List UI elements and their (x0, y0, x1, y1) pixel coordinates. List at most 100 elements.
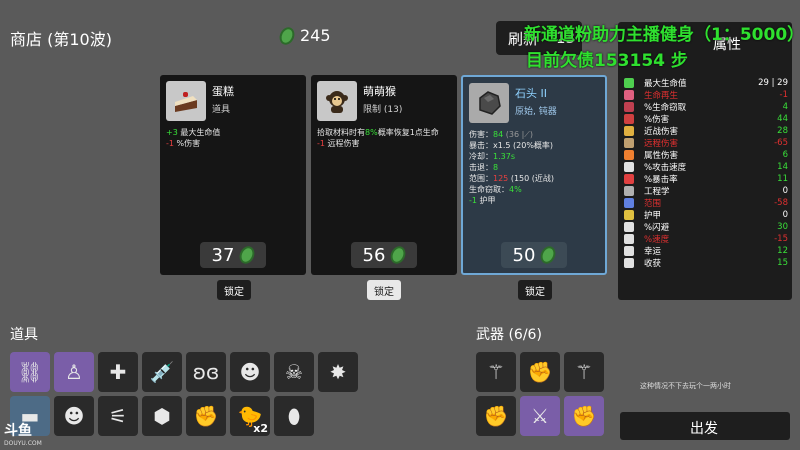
chain-icon: ⛓ (17, 360, 43, 384)
card-name: 萌萌猴 (363, 85, 396, 98)
inventory-slot[interactable]: ☻ (54, 396, 94, 436)
material-icon (388, 243, 409, 267)
stat-value: 0 (782, 186, 788, 196)
inventory-slot[interactable]: ✊ (564, 396, 604, 436)
stat-row: %攻击速度 14 (624, 161, 788, 173)
stat-icon (624, 186, 634, 196)
inventory-slot[interactable]: ✊ (186, 396, 226, 436)
stat-name: %攻击速度 (644, 163, 687, 173)
stat-icon (624, 246, 634, 256)
inventory-slot[interactable]: ⚚ (476, 352, 516, 392)
stat-value: 44 (777, 114, 788, 124)
stat-row: 最大生命值 29 | 29 (624, 77, 788, 89)
stat-icon (624, 126, 634, 136)
inventory-slot[interactable]: ✸ (318, 352, 358, 392)
card-effects: +3 最大生命值 -1 %伤害 (166, 128, 221, 148)
weapons-title: 武器 (6/6) (476, 327, 542, 343)
inventory-slot[interactable]: ☠ (274, 352, 314, 392)
stat-name: 远程伤害 (644, 139, 679, 149)
stat-value: 11 (777, 174, 788, 184)
stat-value: 4 (782, 102, 788, 112)
stat-row: %速度 -15 (624, 233, 788, 245)
stat-name: %闪避 (644, 223, 670, 233)
inventory-slot[interactable]: 🐤 x2 (230, 396, 270, 436)
stat-row: %闪避 30 (624, 221, 788, 233)
spiked-club-icon: ⚚ (575, 360, 593, 384)
stat-icon (624, 198, 634, 208)
stat-value: -65 (774, 138, 788, 148)
tribal-mask-icon: ☻ (239, 360, 261, 384)
inventory-slot[interactable]: ⚟ (98, 396, 138, 436)
monkey-icon (317, 81, 357, 121)
buy-price[interactable]: 37 (200, 242, 266, 268)
weapons-grid: ⚚ ✊ ⚚ ✊ ⚔ ✊ (476, 352, 616, 436)
items-title: 道具 (10, 327, 38, 343)
danmaku-comment: 这种情况不下去玩个一两小时 (640, 382, 731, 390)
medkit-backpack-icon: ✚ (109, 360, 127, 384)
stat-icon (624, 210, 634, 220)
materials-counter: 245 (276, 24, 331, 47)
shop-card-rock[interactable]: 石头 II 原始, 钝器 伤害：84 (36 |⟋) 暴击：x1.5 (20%概… (461, 75, 607, 275)
inventory-slot[interactable]: ⚔ (520, 396, 560, 436)
stream-overlay: 新通道粉助力主播健身（1：5000） 目前欠债153154 步 (524, 22, 800, 74)
stat-name: 属性伤害 (644, 151, 679, 161)
weapon-stats: 伤害：84 (36 |⟋) 暴击：x1.5 (20%概率) 冷却：1.37s 击… (469, 130, 555, 205)
card-tag: 道具 (212, 105, 231, 115)
inventory-slot[interactable]: ⛓ (10, 352, 50, 392)
sword-icon: ⚔ (531, 404, 549, 428)
stat-row: 收获 15 (624, 257, 788, 269)
buy-price[interactable]: 50 (501, 242, 567, 268)
inventory-slot[interactable]: 💉 (142, 352, 182, 392)
stat-icon (624, 162, 634, 172)
lock-button-monkey[interactable]: 锁定 (367, 280, 401, 300)
stat-name: %暴击率 (644, 175, 678, 185)
stat-icon (624, 138, 634, 148)
stat-name: 护甲 (644, 211, 662, 221)
stat-row: %暴击率 11 (624, 173, 788, 185)
stat-value: -58 (774, 198, 788, 208)
statue-icon: ♙ (65, 360, 83, 384)
coal-icon: ⬢ (153, 404, 171, 428)
stat-value: 0 (782, 210, 788, 220)
lock-button-cake[interactable]: 锁定 (217, 280, 251, 300)
inventory-slot[interactable]: ✚ (98, 352, 138, 392)
shop-card-cake[interactable]: 蛋糕 道具 +3 最大生命值 -1 %伤害 37 (160, 75, 306, 275)
stat-icon (624, 114, 634, 124)
stat-icon (624, 90, 634, 100)
overlay-line-2: 目前欠债153154 步 (526, 51, 688, 71)
stat-icon (624, 234, 634, 244)
inventory-slot[interactable]: ʚɞ (186, 352, 226, 392)
inventory-slot[interactable]: ⚚ (564, 352, 604, 392)
inventory-slot[interactable]: ⬮ (274, 396, 314, 436)
stat-value: 14 (777, 162, 788, 172)
go-button[interactable]: 出发 (620, 412, 790, 440)
stat-name: 工程学 (644, 187, 670, 197)
stat-icon (624, 258, 634, 268)
cake-icon (166, 81, 206, 121)
inventory-slot[interactable]: ✊ (520, 352, 560, 392)
stat-name: 最大生命值 (644, 79, 687, 89)
stat-row: 护甲 0 (624, 209, 788, 221)
shop-title: 商店 (第10波) (10, 30, 112, 49)
inventory-slot[interactable]: ☻ (230, 352, 270, 392)
stat-row: 幸运 12 (624, 245, 788, 257)
stat-value: 6 (782, 150, 788, 160)
stat-icon (624, 102, 634, 112)
go-label: 出发 (690, 421, 718, 437)
shop-card-monkey[interactable]: 萌萌猴 限制 (13) 拾取材料时有8%概率恢复1点生命 -1 远程伤害 56 (311, 75, 457, 275)
stat-value: -15 (774, 234, 788, 244)
buy-price[interactable]: 56 (351, 242, 417, 268)
overlay-line-1: 新通道粉助力主播健身（1：5000） (524, 25, 800, 45)
inventory-slot[interactable]: ♙ (54, 352, 94, 392)
stat-row: %生命窃取 4 (624, 101, 788, 113)
syringe-icon: 💉 (149, 360, 175, 384)
claw-icon: ⚟ (109, 404, 127, 428)
inventory-slot[interactable]: ⬢ (142, 396, 182, 436)
egg-icon: ⬮ (287, 404, 301, 428)
stat-name: 幸运 (644, 247, 662, 257)
fist-icon: ✊ (483, 404, 509, 428)
inventory-slot[interactable]: ✊ (476, 396, 516, 436)
lock-button-rock[interactable]: 锁定 (518, 280, 552, 300)
animal-skull-icon: ☠ (285, 360, 303, 384)
stat-icon (624, 150, 634, 160)
